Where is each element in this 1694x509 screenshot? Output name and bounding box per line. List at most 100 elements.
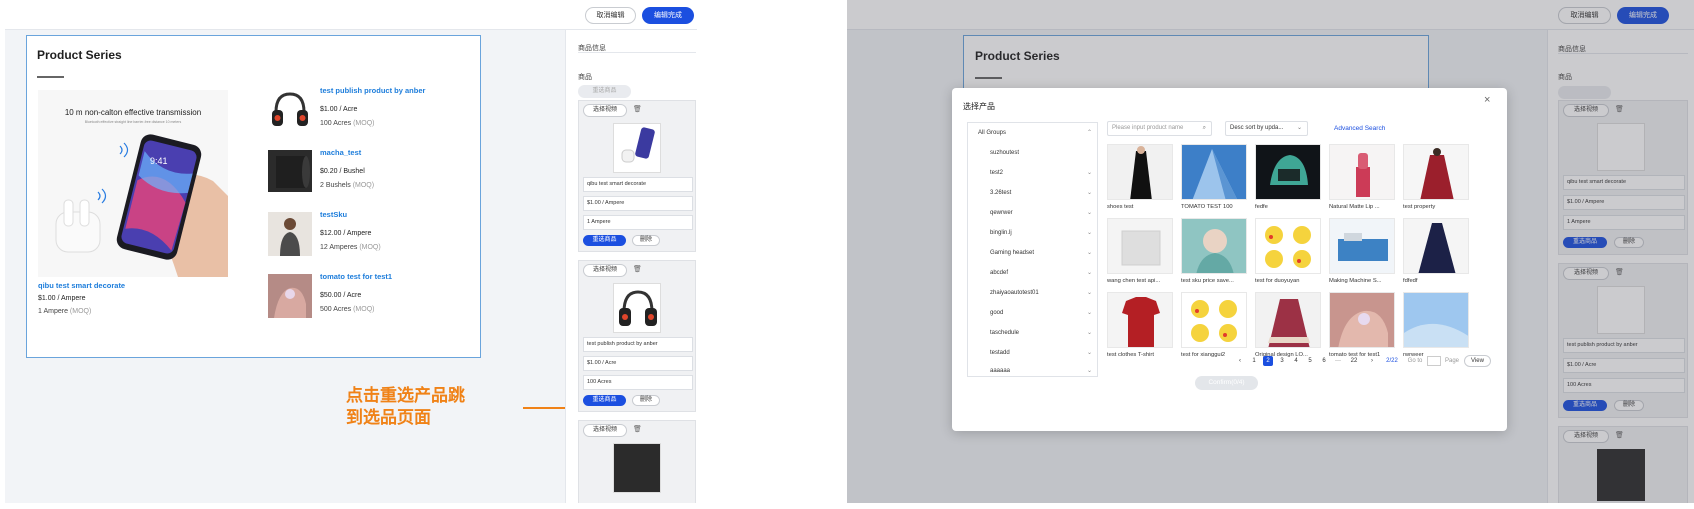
goto-label: Go to — [1407, 358, 1423, 364]
reselect-product-button[interactable]: 重选商品 — [583, 235, 626, 246]
product-name-field[interactable]: test publish product by anber — [583, 337, 693, 352]
cancel-edit-button[interactable]: 取消编辑 — [585, 7, 636, 24]
product-price-field[interactable]: $1.00 / Acre — [583, 356, 693, 371]
page-number-active[interactable]: 2 — [1263, 356, 1273, 366]
product-name[interactable]: testSku — [320, 210, 347, 219]
product-search-input[interactable]: Please input product name ⌕ — [1107, 121, 1212, 136]
product-price-field[interactable]: $1.00 / Ampere — [583, 196, 693, 211]
prev-page-icon[interactable]: ‹ — [1235, 356, 1245, 366]
product-name[interactable]: test publish product by anber — [320, 86, 425, 95]
list-item[interactable]: macha_test $0.20 / Bushel 2 Bushels (MOQ… — [268, 148, 468, 200]
product-image — [1181, 144, 1247, 200]
chevron-down-icon: ⌄ — [1086, 270, 1092, 276]
group-item[interactable]: 3.26test ⌄ — [968, 183, 1096, 203]
product-name[interactable]: tomato test for test1 — [320, 272, 392, 281]
panel-divider — [578, 52, 696, 53]
product-card[interactable]: TOMATO TEST 100 — [1181, 144, 1249, 210]
select-video-button[interactable]: 选择视频 — [583, 264, 627, 277]
advanced-search-link[interactable]: Advanced Search — [1334, 125, 1385, 132]
main-product-name[interactable]: qibu test smart decorate — [38, 281, 125, 290]
series-title: Product Series — [37, 48, 122, 62]
annotation-line2: 到选品页面 — [346, 408, 431, 428]
product-card[interactable]: fedfe — [1255, 144, 1323, 210]
trash-icon[interactable]: 🗑 — [633, 425, 642, 433]
search-icon[interactable]: ⌕ — [1203, 122, 1206, 135]
product-name[interactable]: macha_test — [320, 148, 361, 157]
product-image — [1255, 292, 1321, 348]
product-image — [1107, 292, 1173, 348]
group-item[interactable]: Gaming headset ⌄ — [968, 243, 1096, 263]
group-label: good — [990, 310, 1004, 316]
next-page-icon[interactable]: › — [1367, 356, 1377, 366]
group-item[interactable]: suzhoutest — [968, 143, 1096, 163]
group-item[interactable]: testadd ⌄ — [968, 343, 1096, 363]
group-item[interactable]: zhaiyaoautotest01 ⌄ — [968, 283, 1096, 303]
page-number[interactable]: 1 — [1249, 356, 1259, 366]
product-series-card[interactable]: Product Series 10 m non-calton effective… — [26, 35, 481, 358]
group-item[interactable]: good ⌄ — [968, 303, 1096, 323]
product-card[interactable]: test property — [1403, 144, 1471, 210]
product-name: fdfedf — [1403, 278, 1418, 284]
page-ellipsis[interactable]: ··· — [1333, 356, 1343, 366]
list-item[interactable]: test publish product by anber $1.00 / Ac… — [268, 86, 468, 138]
product-name: Natural Matte Lip ... — [1329, 204, 1380, 210]
select-video-button[interactable]: 选择视频 — [583, 104, 627, 117]
product-card[interactable]: Making Machine S... — [1329, 218, 1397, 284]
product-card[interactable]: test for xianggui2 — [1181, 292, 1249, 358]
product-name-field[interactable]: qibu test smart decorate — [583, 177, 693, 192]
product-card[interactable]: test sku price save... — [1181, 218, 1249, 284]
product-card[interactable]: Original design LO... — [1255, 292, 1323, 358]
page-number[interactable]: 6 — [1319, 356, 1329, 366]
page-number[interactable]: 4 — [1291, 356, 1301, 366]
product-moq-field[interactable]: 100 Acres — [583, 375, 693, 390]
goto-page-input[interactable] — [1427, 356, 1441, 366]
sort-select[interactable]: Desc sort by upda... ⌄ — [1225, 121, 1308, 136]
product-card[interactable]: wang chen test api... — [1107, 218, 1175, 284]
group-item[interactable]: binglin.lj ⌄ — [968, 223, 1096, 243]
group-item[interactable]: taschedule ⌄ — [968, 323, 1096, 343]
page-label: Page — [1444, 358, 1459, 364]
product-thumb-person — [268, 212, 312, 256]
trash-icon[interactable]: 🗑 — [633, 265, 642, 273]
reselect-product-button[interactable]: 重选商品 — [583, 395, 626, 406]
group-item[interactable]: qewrwer ⌄ — [968, 203, 1096, 223]
group-item[interactable]: abcdef ⌄ — [968, 263, 1096, 283]
finish-edit-button[interactable]: 编辑完成 — [642, 7, 694, 24]
group-item[interactable]: test2 ⌄ — [968, 163, 1096, 183]
product-card[interactable]: test clothes T-shirt — [1107, 292, 1175, 358]
page-number[interactable]: 3 — [1277, 356, 1287, 366]
search-placeholder: Please input product name — [1112, 125, 1184, 131]
list-item[interactable]: testSku $12.00 / Ampere 12 Amperes (MOQ) — [268, 210, 468, 262]
reselect-product-disabled-button[interactable]: 重选商品 — [578, 85, 631, 98]
view-button[interactable]: View — [1464, 355, 1491, 367]
product-card[interactable]: Natural Matte Lip ... — [1329, 144, 1397, 210]
product-card[interactable]: rwrweer — [1403, 292, 1471, 358]
edit-panel: 商品信息 商品 重选商品 选择视频 🗑 qibu test smart deco… — [565, 30, 697, 503]
banner-subline: Bluetooth effective straight line barrie… — [84, 120, 182, 124]
close-icon[interactable]: × — [1484, 94, 1490, 106]
moq-tag: (MOQ) — [352, 182, 375, 189]
group-item[interactable]: aaaaaa ⌄ — [968, 361, 1096, 381]
product-moq-field[interactable]: 1 Ampere — [583, 215, 693, 230]
delete-button[interactable]: 删除 — [632, 235, 660, 246]
page-number[interactable]: 22 — [1349, 356, 1359, 366]
product-image — [1107, 144, 1173, 200]
group-label: All Groups — [978, 130, 1007, 136]
product-name: fedfe — [1255, 204, 1268, 210]
list-item[interactable]: tomato test for test1 $50.00 / Acre 500 … — [268, 272, 468, 324]
product-moq: 100 Acres (MOQ) — [320, 120, 374, 127]
select-video-button[interactable]: 选择视频 — [583, 424, 627, 437]
product-moq: 500 Acres (MOQ) — [320, 306, 374, 313]
group-item[interactable]: All Groups ⌃ — [968, 123, 1096, 143]
confirm-button[interactable]: Confirm(0/4) — [1195, 376, 1258, 390]
product-card[interactable]: test for duoyuyan — [1255, 218, 1323, 284]
chevron-down-icon: ⌄ — [1086, 190, 1092, 196]
product-name: test sku price save... — [1181, 278, 1234, 284]
delete-button[interactable]: 删除 — [632, 395, 660, 406]
product-card[interactable]: shoes test — [1107, 144, 1175, 210]
product-card[interactable]: tomato test for test1 — [1329, 292, 1397, 358]
product-card[interactable]: fdfedf — [1403, 218, 1471, 284]
trash-icon[interactable]: 🗑 — [633, 105, 642, 113]
page-number[interactable]: 5 — [1305, 356, 1315, 366]
product-name: test for duoyuyan — [1255, 278, 1300, 284]
